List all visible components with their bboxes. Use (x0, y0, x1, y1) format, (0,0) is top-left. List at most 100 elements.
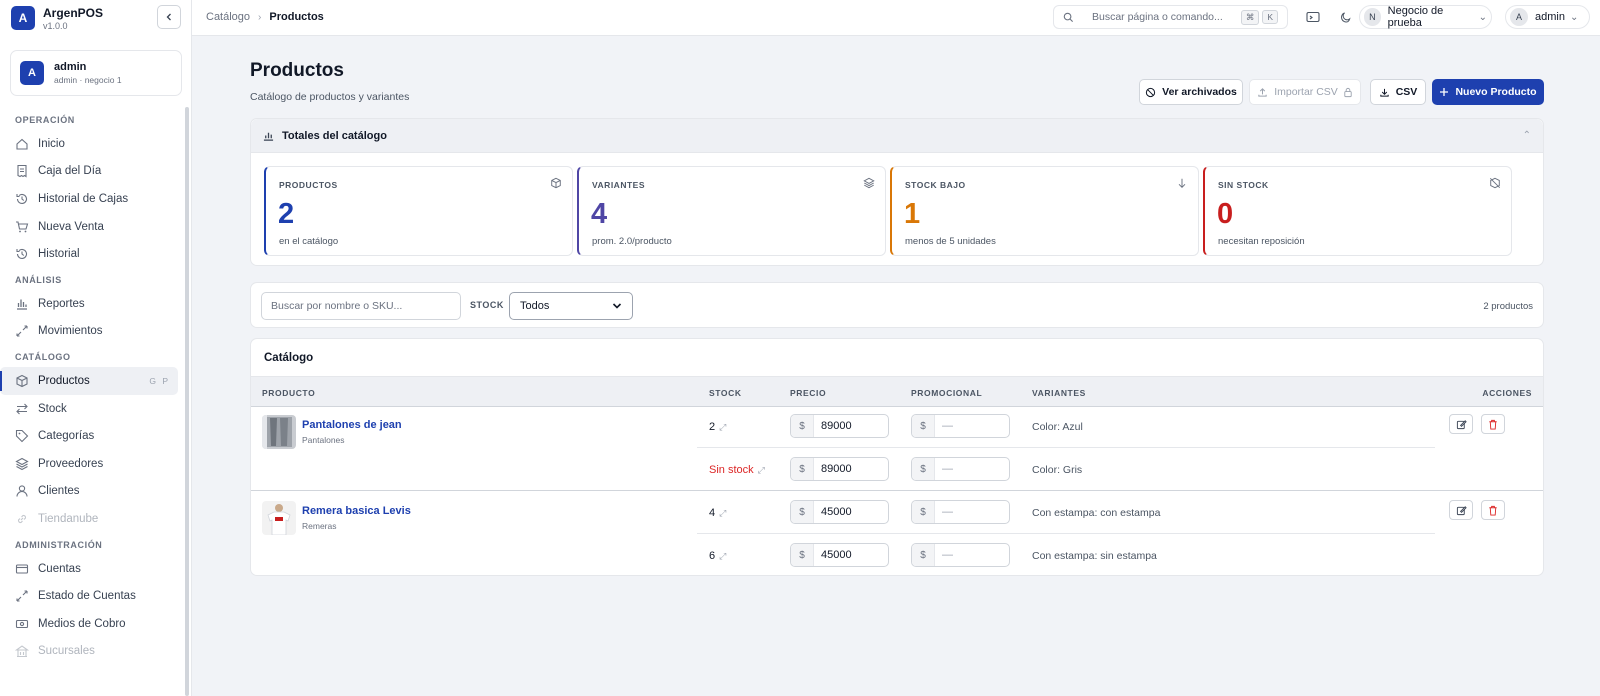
business-selector[interactable]: N Negocio de prueba ⌄ (1359, 5, 1492, 29)
import-csv-label: Importar CSV (1274, 86, 1338, 98)
history-icon (15, 247, 29, 261)
sidebar-item-sucursales[interactable]: Sucursales (0, 638, 178, 666)
export-csv-button[interactable]: CSV (1370, 79, 1426, 105)
catalog-table: Catálogo PRODUCTO STOCK PRECIO PROMOCION… (250, 338, 1544, 576)
sidebar-item-label: Sucursales (38, 645, 95, 658)
sidebar-item-medios-de-cobro[interactable]: Medios de Cobro (0, 610, 178, 638)
sidebar-item-stock[interactable]: Stock (0, 395, 178, 423)
breadcrumb: Catálogo › Productos (206, 11, 324, 23)
promo-price-input[interactable]: $ — (911, 414, 1010, 438)
terminal-icon[interactable] (1305, 9, 1321, 25)
sidebar-item-nueva-venta[interactable]: Nueva Venta (0, 213, 178, 241)
stock-filter-label: STOCK (470, 300, 504, 310)
stock-filter-select[interactable]: Todos (509, 292, 633, 320)
brand-logo: A (11, 6, 35, 30)
stat-label: STOCK BAJO (905, 180, 966, 190)
chevron-up-icon[interactable]: ⌃ (1523, 130, 1531, 141)
col-variantes: VARIANTES (1032, 388, 1086, 398)
sidebar-item-estado-de-cuentas[interactable]: Estado de Cuentas (0, 582, 178, 610)
app-version: v1.0.0 (43, 20, 68, 31)
price-input[interactable]: $89000 (790, 457, 889, 481)
arrows-icon (15, 589, 29, 603)
cart-icon (15, 220, 29, 234)
promo-price-input[interactable]: $ — (911, 543, 1010, 567)
promo-price-input[interactable]: $ — (911, 500, 1010, 524)
sidebar-scrollbar[interactable] (185, 107, 189, 696)
promo-price-input[interactable]: $ — (911, 457, 1010, 481)
user-card[interactable]: A admin admin · negocio 1 (10, 50, 182, 96)
stat-subtitle: necesitan reposición (1218, 236, 1305, 247)
lock-icon (1343, 87, 1353, 98)
view-archived-button[interactable]: Ver archivados (1139, 79, 1243, 105)
no-stock-icon (1489, 177, 1501, 189)
totals-title: Totales del catálogo (282, 129, 387, 142)
export-csv-label: CSV (1395, 86, 1418, 98)
nav-section-title: ANÁLISIS (15, 274, 62, 285)
stat-label: SIN STOCK (1218, 180, 1269, 190)
account-menu[interactable]: A admin ⌄ (1505, 5, 1590, 29)
delete-button[interactable] (1481, 500, 1505, 520)
sidebar-item-inicio[interactable]: Inicio (0, 130, 178, 158)
chevron-down-icon: ⌄ (1569, 11, 1579, 23)
sidebar-item-historial-de-cajas[interactable]: Historial de Cajas (0, 185, 178, 213)
promo-value: — (942, 420, 953, 432)
sidebar-item-historial[interactable]: Historial (0, 240, 178, 268)
home-icon (15, 137, 29, 151)
box-icon (550, 177, 562, 189)
stock-filter-value: Todos (520, 300, 550, 312)
product-divider (251, 490, 1543, 491)
delete-button[interactable] (1481, 414, 1505, 434)
business-name: Negocio de prueba (1387, 5, 1444, 29)
product-name[interactable]: Pantalones de jean (302, 419, 402, 431)
swap-icon (15, 402, 29, 416)
import-csv-button[interactable]: Importar CSV (1249, 79, 1361, 105)
sidebar-item-label: Inicio (38, 137, 65, 150)
product-name[interactable]: Remera basica Levis (302, 505, 411, 517)
sidebar-item-clientes[interactable]: Clientes (0, 478, 178, 506)
moon-icon[interactable] (1337, 9, 1353, 25)
business-avatar: N (1364, 8, 1381, 26)
totals-header[interactable]: Totales del catálogo (251, 119, 1543, 153)
sidebar-item-label: Tiendanube (38, 512, 99, 525)
price-input[interactable]: $89000 (790, 414, 889, 438)
price-input[interactable]: $45000 (790, 543, 889, 567)
search-icon (1063, 12, 1074, 22)
stat-subtitle: en el catálogo (279, 236, 339, 247)
product-search-input[interactable]: Buscar por nombre o SKU... (261, 292, 461, 320)
col-acciones: ACCIONES (1482, 388, 1532, 398)
avatar: A (20, 61, 44, 85)
sidebar-item-productos[interactable]: Productos G P (0, 367, 178, 395)
sidebar-item-caja-del-dia[interactable]: Caja del Día (0, 158, 178, 186)
edit-button[interactable] (1449, 414, 1473, 434)
chevron-right-icon: › (258, 11, 262, 23)
product-count: 2 productos (1483, 301, 1533, 312)
breadcrumb-catalogo[interactable]: Catálogo (206, 11, 250, 23)
sidebar-item-proveedores[interactable]: Proveedores (0, 450, 178, 478)
price-input[interactable]: $45000 (790, 500, 889, 524)
account-avatar: A (1510, 8, 1528, 26)
sidebar-item-label: Historial (38, 248, 80, 261)
command-search[interactable]: Buscar página o comando... ⌘ K (1053, 5, 1288, 29)
sidebar-item-cuentas[interactable]: Cuentas (0, 555, 178, 583)
currency-symbol: $ (912, 501, 935, 523)
table-header: PRODUCTO STOCK PRECIO PROMOCIONAL VARIAN… (251, 376, 1543, 407)
sidebar-item-label: Cuentas (38, 562, 81, 575)
sidebar-item-label: Clientes (38, 485, 80, 498)
sidebar-item-movimientos[interactable]: Movimientos (0, 318, 178, 346)
stat-value: 1 (904, 198, 921, 230)
collapse-sidebar-button[interactable] (157, 5, 181, 29)
edit-button[interactable] (1449, 500, 1473, 520)
sidebar-item-categorias[interactable]: Categorías (0, 422, 178, 450)
sidebar-item-tiendanube[interactable]: Tiendanube (0, 505, 178, 533)
download-icon (1379, 87, 1390, 98)
sidebar-item-reportes[interactable]: Reportes (0, 290, 178, 318)
new-product-button[interactable]: Nuevo Producto (1432, 79, 1544, 105)
stat-subtitle: menos de 5 unidades (905, 236, 996, 247)
col-stock: STOCK (709, 388, 742, 398)
page-subtitle: Catálogo de productos y variantes (250, 91, 410, 103)
chevron-down-icon (612, 303, 622, 309)
chevron-down-icon: ⌄ (1478, 11, 1487, 23)
variant-divider (697, 447, 1435, 448)
sidebar-item-label: Stock (38, 402, 67, 415)
sidebar-item-label: Caja del Día (38, 165, 102, 178)
